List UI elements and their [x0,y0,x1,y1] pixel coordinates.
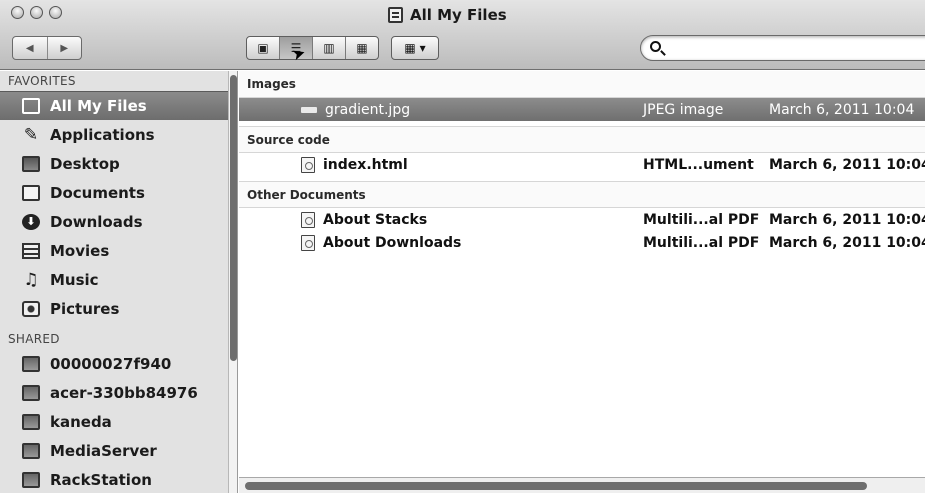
sidebar-item-desktop[interactable]: Desktop [0,149,228,178]
zoom-window-button[interactable] [49,6,62,19]
pdf-file-icon [301,234,315,251]
window-title: All My Files [388,4,507,26]
sidebar-item-label: Downloads [50,212,143,231]
group-header-other-documents: Other Documents [239,181,925,208]
file-row[interactable]: About Stacks Multili...al PDF March 6, 2… [239,208,925,231]
sidebar-item-movies[interactable]: Movies [0,236,228,265]
file-row[interactable]: gradient.jpg JPEG image March 6, 2011 10… [239,98,925,121]
applications-icon: ✎ [23,124,39,145]
group-header-source-code: Source code [239,126,925,153]
file-name: About Stacks [323,211,428,228]
forward-button[interactable]: ▶ [46,37,82,59]
file-date: March 6, 2011 10:04 [769,211,925,228]
sidebar: FAVORITES All My Files ✎ Applications De… [0,71,228,493]
computer-icon [22,384,40,401]
file-date: March 6, 2011 10:04 [769,156,925,173]
sidebar-item-pictures[interactable]: Pictures [0,294,228,323]
file-name-cell: index.html [301,156,408,173]
horizontal-scrollbar[interactable] [239,477,925,493]
music-icon: ♫ [23,269,39,290]
sidebar-item-label: Music [50,270,99,289]
pictures-icon [22,300,40,317]
forward-arrow-icon: ▶ [60,42,69,54]
sidebar-item-host[interactable]: acer-330bb84976 [0,378,228,407]
sidebar-item-label: All My Files [50,97,147,115]
group-header-images: Images [239,71,925,98]
sidebar-item-host[interactable]: kaneda [0,407,228,436]
sidebar-item-label: 00000027f940 [50,354,172,373]
all-files-icon [22,98,40,114]
computer-icon [22,413,40,430]
window-toolbar: All My Files ◀ ▶ ▣ ☰ ▥ ▦ ➤ ▦ ▾ [0,0,925,70]
file-row[interactable]: About Downloads Multili...al PDF March 6… [239,231,925,254]
downloads-icon: ⬇ [22,213,40,230]
column-view-icon: ▥ [323,41,335,55]
file-name: index.html [323,156,408,173]
file-kind: JPEG image [643,101,724,118]
sidebar-item-label: RackStation [50,470,152,489]
cover-flow-icon: ▦ [356,41,368,55]
sidebar-item-label: Movies [50,241,110,260]
file-name-cell: gradient.jpg [301,102,410,118]
sidebar-item-label: MediaServer [50,441,157,460]
sidebar-item-documents[interactable]: Documents [0,178,228,207]
movies-icon [22,242,40,259]
sidebar-item-host[interactable]: MediaServer [0,436,228,465]
favorites-header: FAVORITES [8,74,76,88]
sidebar-item-label: Applications [50,125,155,144]
back-button[interactable]: ◀ [13,37,47,59]
sidebar-item-downloads[interactable]: ⬇ Downloads [0,207,228,236]
arrange-icon: ▦ [404,41,416,55]
sidebar-item-label: Desktop [50,154,120,173]
file-name: gradient.jpg [325,101,411,118]
sidebar-item-label: acer-330bb84976 [50,383,198,402]
sidebar-item-music[interactable]: ♫ Music [0,265,228,294]
cover-flow-button[interactable]: ▦ [345,37,378,59]
sidebar-scroll-thumb[interactable] [230,75,237,361]
documents-icon [22,184,40,201]
html-file-icon [301,156,315,173]
sidebar-item-label: kaneda [50,412,112,431]
desktop-icon [22,155,40,172]
sidebar-scrollbar[interactable] [228,71,238,493]
file-date: March 6, 2011 10:04 [769,234,925,251]
file-kind: Multili...al PDF [643,211,760,228]
file-name: About Downloads [323,234,462,251]
close-window-button[interactable] [11,6,24,19]
computer-icon [22,471,40,488]
horizontal-scroll-thumb[interactable] [245,482,867,490]
window-title-text: All My Files [410,6,507,24]
back-arrow-icon: ◀ [25,42,34,54]
icon-view-button[interactable]: ▣ [247,37,279,59]
file-kind: HTML...ument [643,156,754,173]
sidebar-item-all-my-files[interactable]: All My Files [0,91,228,120]
sidebar-item-host[interactable]: 00000027f940 [0,349,228,378]
view-mode-control: ▣ ☰ ▥ ▦ [246,36,379,60]
file-name-cell: About Downloads [301,234,462,251]
search-icon [650,41,661,52]
back-forward-control: ◀ ▶ [12,36,82,60]
file-name-cell: About Stacks [301,211,428,228]
file-row[interactable]: index.html HTML...ument March 6, 2011 10… [239,153,925,176]
sidebar-item-host[interactable]: RackStation [0,465,228,493]
file-date: March 6, 2011 10:04 [769,101,915,118]
minimize-window-button[interactable] [30,6,43,19]
all-files-icon [388,7,403,23]
sidebar-item-applications[interactable]: ✎ Applications [0,120,228,149]
file-list: Images gradient.jpg JPEG image March 6, … [239,71,925,493]
file-kind: Multili...al PDF [643,234,760,251]
search-input[interactable] [667,39,925,57]
sidebar-item-label: Pictures [50,299,120,318]
icon-view-icon: ▣ [257,41,269,55]
arrange-button[interactable]: ▦ ▾ [391,36,439,60]
sidebar-item-label: Documents [50,183,145,202]
image-file-icon [301,106,317,113]
pdf-file-icon [301,211,315,228]
shared-header: SHARED [8,332,60,346]
search-field[interactable] [640,35,925,61]
chevron-down-icon: ▾ [419,41,426,55]
column-view-button[interactable]: ▥ [312,37,345,59]
computer-icon [22,442,40,459]
computer-icon [22,355,40,372]
